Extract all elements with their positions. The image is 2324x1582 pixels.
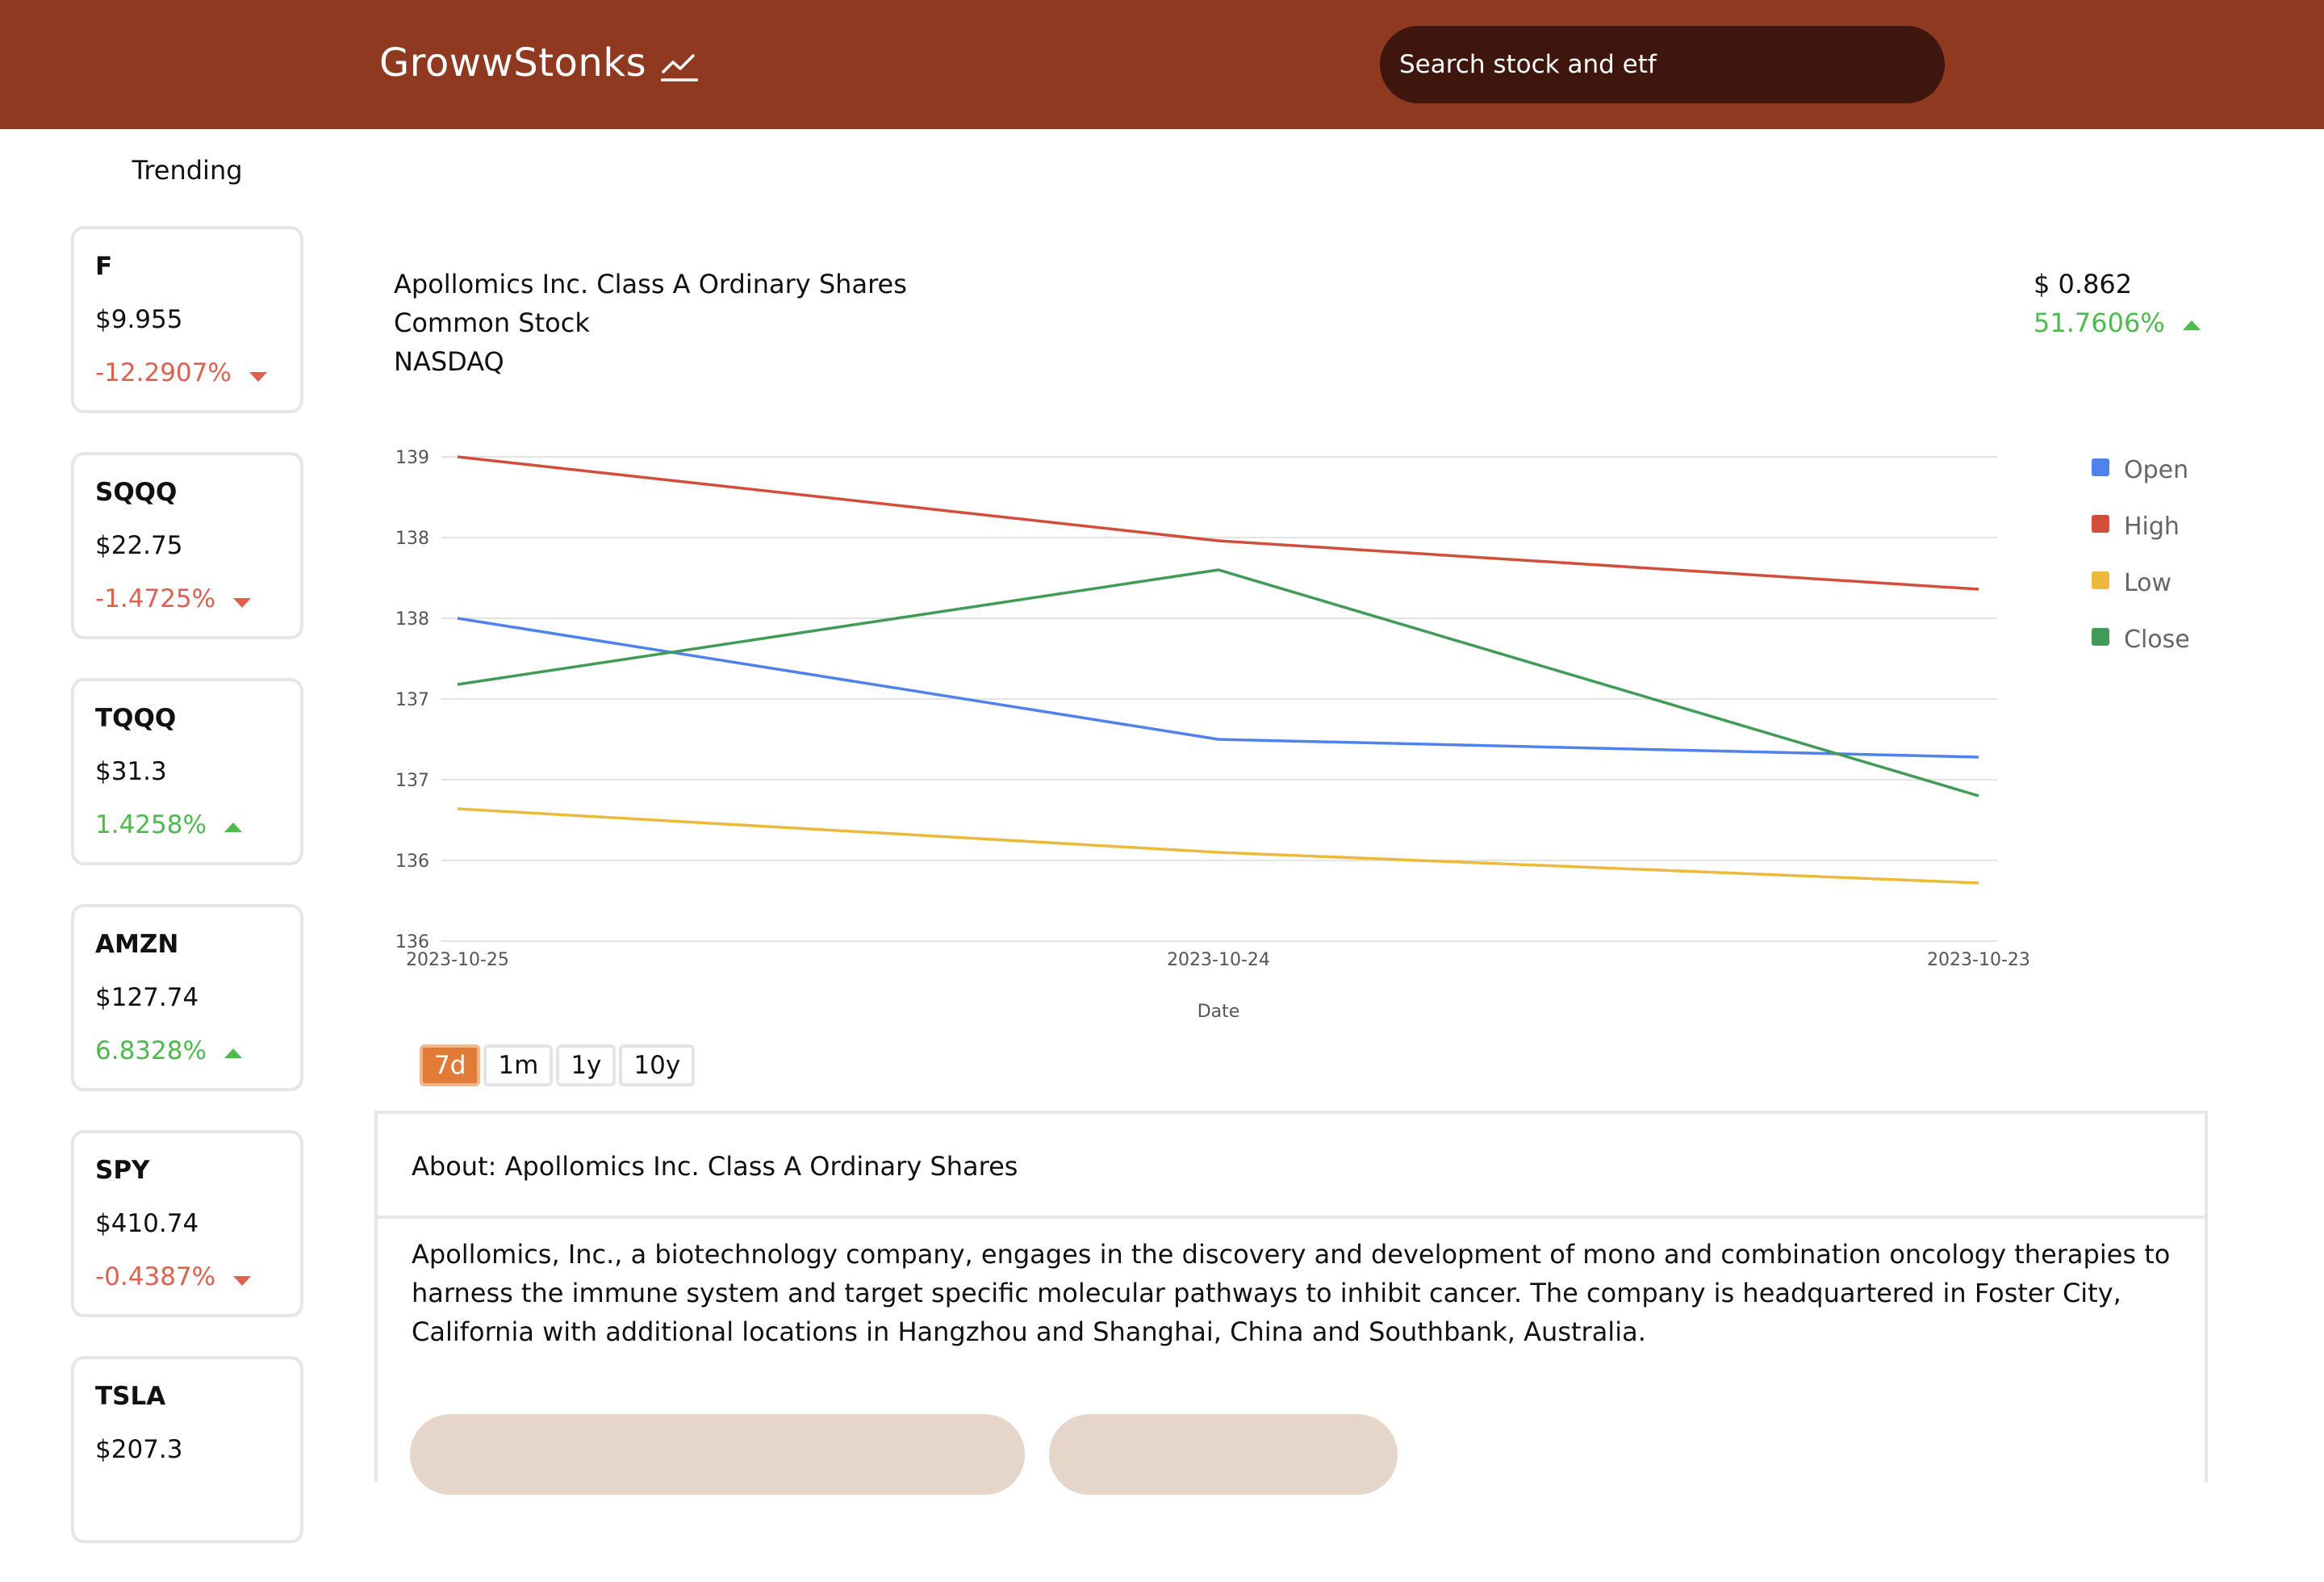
trending-change-value: -12.2907%: [95, 358, 232, 387]
series-line-open: [457, 617, 1979, 759]
range-button-1y[interactable]: 1y: [556, 1044, 617, 1086]
y-tick-label: 138: [395, 529, 429, 549]
range-selector: 7d 1m 1y 10y: [420, 1044, 698, 1086]
trending-list: F $9.955 -12.2907% SQQQ $22.75 -1.4725% TQQQ $3…: [71, 226, 303, 1582]
legend-swatch-low: [2092, 571, 2109, 589]
trending-card-tqqq[interactable]: TQQQ $31.3 1.4258%: [71, 678, 303, 865]
trending-symbol: F: [95, 252, 113, 281]
down-arrow-icon: [233, 598, 252, 608]
trending-price: $207.3: [95, 1435, 183, 1464]
x-tick-label: 2023-10-25: [406, 950, 509, 970]
trending-card-tsla[interactable]: TSLA $207.3: [71, 1356, 303, 1543]
stock-exchange: NASDAQ: [394, 346, 504, 377]
price-chart: 1361361371371381381392023-10-25 2023-10-2…: [395, 448, 2190, 1022]
trending-change-value: 6.8328%: [95, 1036, 207, 1065]
trending-price: $127.74: [95, 983, 199, 1012]
about-description: Apollomics, Inc., a biotechnology compan…: [412, 1239, 2171, 1347]
search-input[interactable]: [1380, 26, 1945, 103]
stock-price: $ 0.862: [2034, 269, 2133, 299]
legend-swatch-close: [2092, 628, 2109, 646]
trending-chart-icon: [661, 54, 699, 82]
x-tick-label: 2023-10-23: [1927, 950, 2030, 970]
up-arrow-icon: [224, 1048, 242, 1058]
series-line-low: [457, 807, 1979, 885]
trending-heading: Trending: [132, 155, 243, 186]
brand-logo[interactable]: GrowwStonks: [379, 37, 699, 89]
y-tick-label: 137: [395, 690, 429, 710]
trending-card-spy[interactable]: SPY $410.74 -0.4387%: [71, 1130, 303, 1317]
trending-symbol: SQQQ: [95, 478, 178, 507]
down-arrow-icon: [233, 1276, 252, 1286]
trending-symbol: TQQQ: [95, 704, 177, 733]
legend-label-high: High: [2124, 513, 2180, 541]
series-line-close: [457, 568, 1979, 797]
stock-quote: $ 0.862 51.7606%: [2034, 265, 2201, 342]
legend-label-open: Open: [2124, 456, 2188, 484]
legend-label-low: Low: [2124, 569, 2171, 597]
trending-price: $22.75: [95, 531, 183, 560]
y-tick-label: 137: [395, 771, 429, 791]
about-title: About: Apollomics Inc. Class A Ordinary …: [378, 1114, 2205, 1219]
legend-swatch-open: [2092, 458, 2109, 476]
trending-card-amzn[interactable]: AMZN $127.74 6.8328%: [71, 904, 303, 1091]
action-pill-button[interactable]: [410, 1414, 1025, 1495]
range-button-7d[interactable]: 7d: [420, 1044, 481, 1086]
legend-swatch-high: [2092, 515, 2109, 533]
stock-asset-type: Common Stock: [394, 308, 590, 338]
brand-name[interactable]: GrowwStonks: [379, 40, 646, 86]
trending-card-f[interactable]: F $9.955 -12.2907%: [71, 226, 303, 413]
down-arrow-icon: [249, 372, 267, 382]
range-button-10y[interactable]: 10y: [619, 1044, 696, 1086]
trending-change-value: -0.4387%: [95, 1262, 216, 1291]
trending-card-sqqq[interactable]: SQQQ $22.75 -1.4725%: [71, 452, 303, 639]
up-arrow-icon: [2182, 320, 2201, 330]
y-tick-label: 139: [395, 448, 429, 468]
trending-change-value: 1.4258%: [95, 810, 207, 839]
trending-change: -1.4725%: [95, 584, 279, 613]
trending-price: $31.3: [95, 757, 167, 786]
trending-change: 6.8328%: [95, 1036, 279, 1065]
trending-price: $410.74: [95, 1209, 199, 1238]
stock-change: 51.7606%: [2034, 303, 2201, 342]
trending-change-value: -1.4725%: [95, 584, 216, 613]
trending-change: 1.4258%: [95, 810, 279, 839]
y-tick-label: 136: [395, 852, 429, 872]
stock-name: Apollomics Inc. Class A Ordinary Shares: [394, 269, 907, 299]
legend-label-close: Close: [2124, 626, 2190, 654]
trending-change: -0.4387%: [95, 1262, 279, 1291]
trending-symbol: TSLA: [95, 1382, 166, 1411]
trending-symbol: AMZN: [95, 930, 179, 959]
trending-symbol: SPY: [95, 1156, 150, 1185]
trending-change: -12.2907%: [95, 358, 279, 387]
range-button-1m[interactable]: 1m: [483, 1044, 554, 1086]
action-pill-button[interactable]: [1049, 1414, 1398, 1495]
trending-price: $9.955: [95, 305, 183, 334]
stock-info: Apollomics Inc. Class A Ordinary Shares …: [394, 265, 907, 381]
x-axis-label: Date: [1198, 1002, 1240, 1022]
y-tick-label: 138: [395, 609, 429, 630]
up-arrow-icon: [224, 822, 242, 832]
x-tick-label: 2023-10-24: [1167, 950, 1270, 970]
navbar: GrowwStonks: [0, 0, 2324, 129]
stock-change-value: 51.7606%: [2034, 308, 2165, 338]
